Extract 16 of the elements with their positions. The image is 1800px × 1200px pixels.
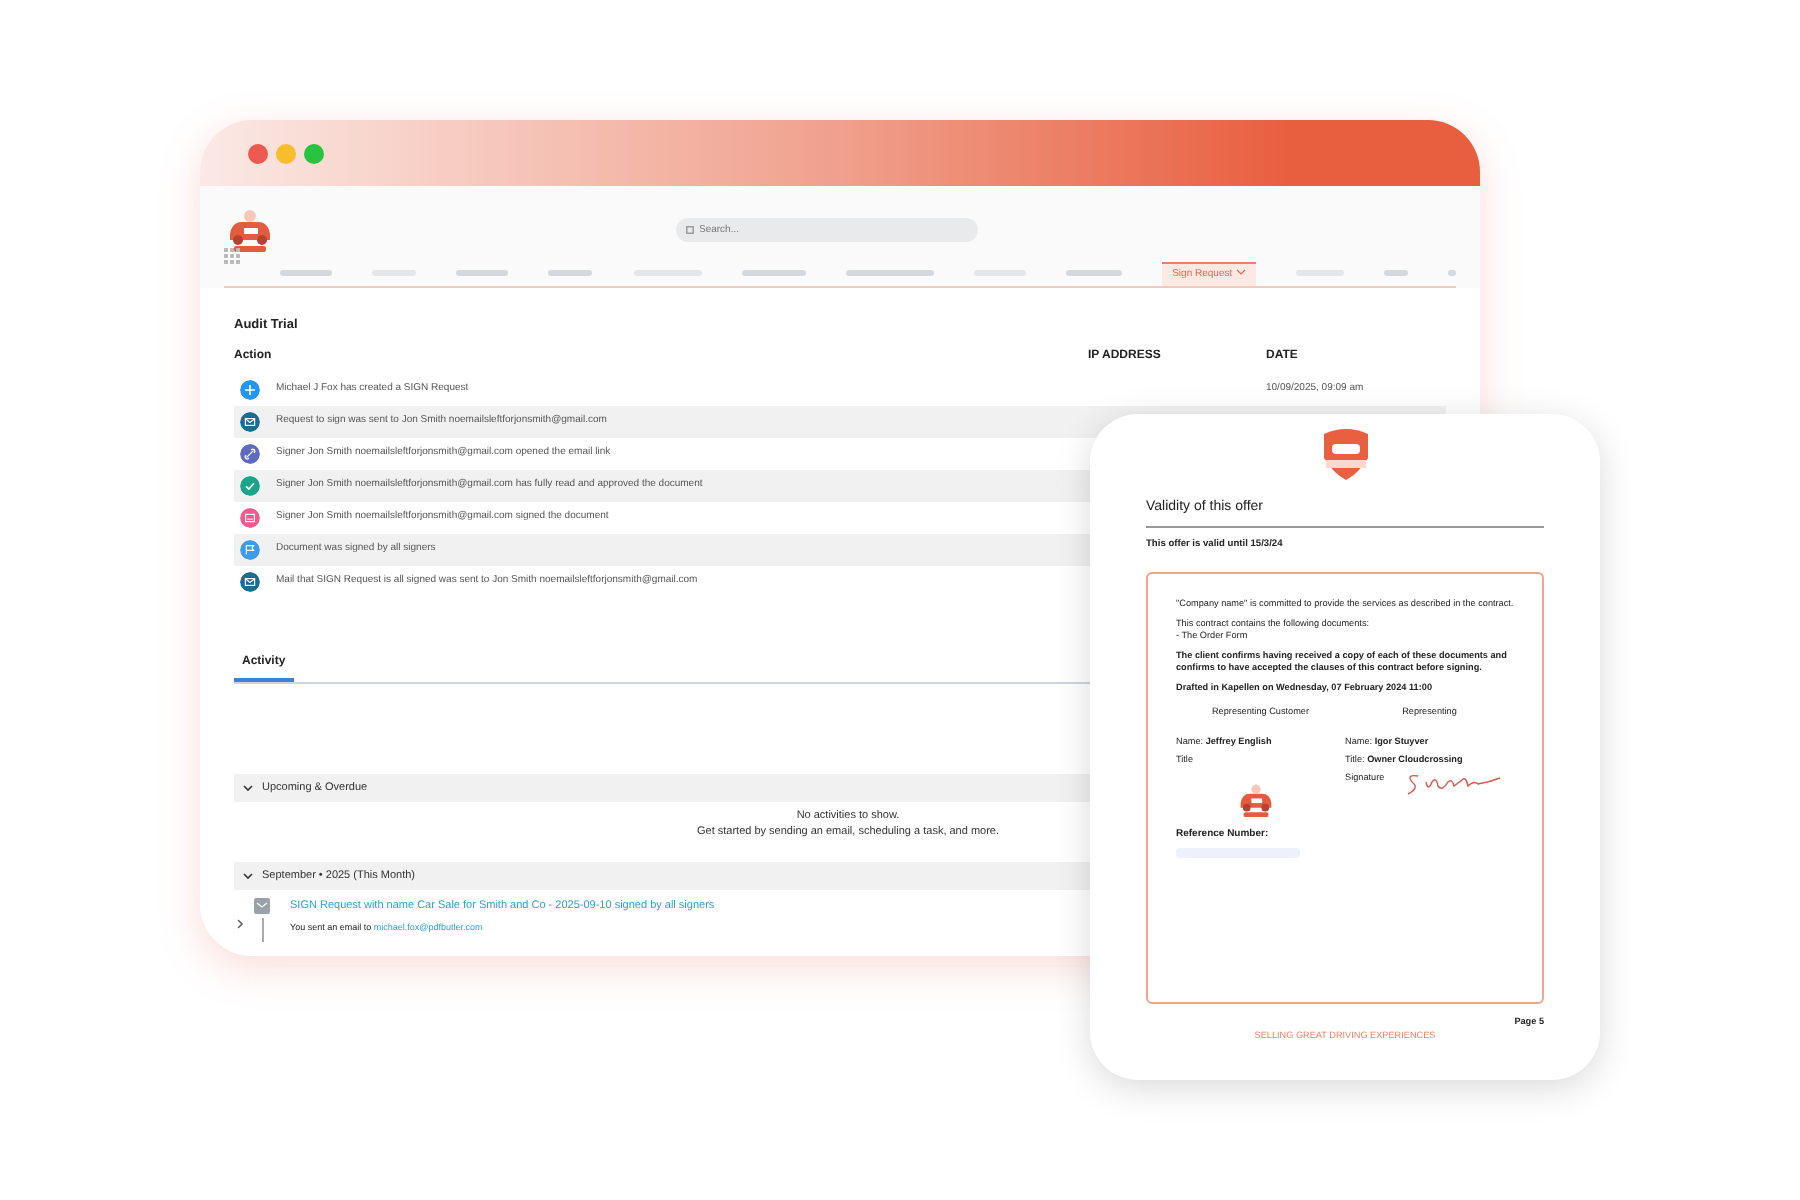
nav-placeholder[interactable] xyxy=(1383,270,1408,276)
apps-grid-icon[interactable] xyxy=(224,247,240,264)
search-icon xyxy=(685,225,693,233)
nav-placeholder[interactable] xyxy=(280,270,333,276)
chevron-icon[interactable] xyxy=(234,917,246,930)
nav-placeholder[interactable] xyxy=(548,270,593,276)
email-icon xyxy=(254,897,270,914)
nav-placeholder[interactable] xyxy=(1065,270,1122,276)
nav-placeholder[interactable] xyxy=(456,270,509,276)
logo-icon xyxy=(1236,779,1276,820)
chevron-icon[interactable] xyxy=(242,869,254,882)
caret-icon xyxy=(1235,268,1246,277)
nav-placeholder[interactable] xyxy=(1447,270,1456,276)
nav-placeholder[interactable] xyxy=(845,270,934,276)
chevron-icon[interactable] xyxy=(242,781,254,794)
nav-placeholder[interactable] xyxy=(741,270,806,276)
